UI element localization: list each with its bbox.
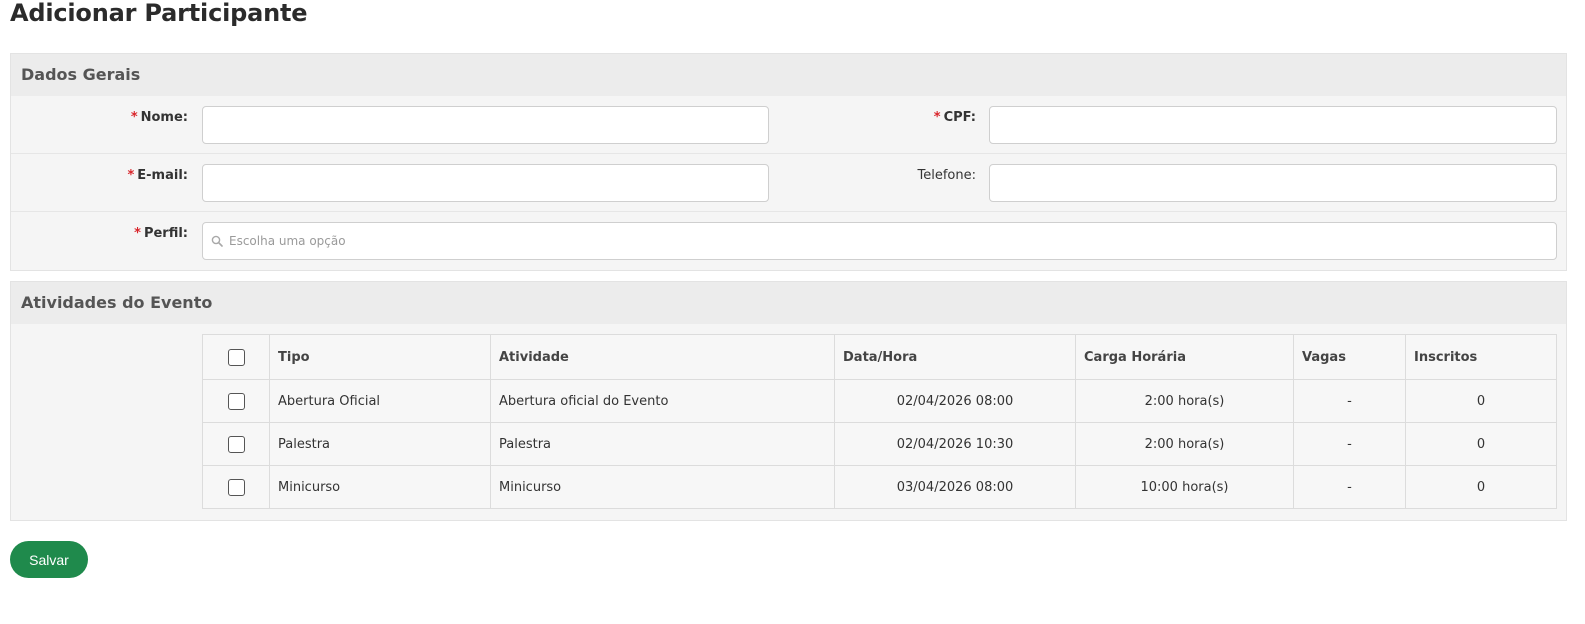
form-row-perfil: * Perfil: Escolha uma opção [11,212,1566,270]
cell-tipo: Minicurso [269,465,491,509]
cell-atividade: Abertura oficial do Evento [490,379,835,423]
column-header-tipo[interactable]: Tipo [269,334,491,380]
table-row: Abertura Oficial Abertura oficial do Eve… [202,379,1557,423]
cpf-input[interactable] [990,107,1556,143]
select-all-checkbox[interactable] [227,348,245,366]
form-row-nome-cpf: * Nome: * CPF: [11,96,1566,154]
nome-field-wrapper [202,106,769,144]
cell-inscritos: 0 [1405,465,1557,509]
cell-carga-horaria: 10:00 hora(s) [1075,465,1294,509]
required-mark: * [933,110,941,125]
column-header-atividade[interactable]: Atividade [490,334,835,380]
atividades-panel: Atividades do Evento Tipo Atividade Data… [10,281,1567,521]
cell-data-hora: 03/04/2026 08:00 [834,465,1076,509]
telefone-field-wrapper [989,164,1557,202]
column-header-carga-horaria[interactable]: Carga Horária [1075,334,1294,380]
cpf-field-wrapper [989,106,1557,144]
row-checkbox[interactable] [227,478,245,496]
cell-vagas: - [1293,422,1406,466]
required-mark: * [130,110,138,125]
telefone-input[interactable] [990,165,1556,201]
cell-vagas: - [1293,465,1406,509]
row-checkbox-cell [202,465,270,509]
email-label: * E-mail: [127,168,188,183]
atividades-header: Atividades do Evento [11,282,1566,324]
table-header-row: Tipo Atividade Data/Hora Carga Horária V… [202,334,1557,380]
cell-inscritos: 0 [1405,379,1557,423]
email-field-wrapper [202,164,769,202]
cell-carga-horaria: 2:00 hora(s) [1075,422,1294,466]
column-header-inscritos[interactable]: Inscritos [1405,334,1557,380]
table-row: Palestra Palestra 02/04/2026 10:30 2:00 … [202,422,1557,466]
column-header-vagas[interactable]: Vagas [1293,334,1406,380]
cell-carga-horaria: 2:00 hora(s) [1075,379,1294,423]
required-mark: * [127,168,135,183]
perfil-label: * Perfil: [134,226,188,241]
cpf-label: * CPF: [933,110,976,125]
email-input[interactable] [203,165,768,201]
nome-label: * Nome: [130,110,188,125]
cell-atividade: Palestra [490,422,835,466]
search-icon [211,235,223,247]
perfil-placeholder: Escolha uma opção [229,234,346,248]
row-checkbox[interactable] [227,435,245,453]
table-row: Minicurso Minicurso 03/04/2026 08:00 10:… [202,465,1557,509]
page-title: Adicionar Participante [10,0,308,27]
cell-vagas: - [1293,379,1406,423]
save-button[interactable]: Salvar [10,541,88,578]
row-checkbox[interactable] [227,392,245,410]
row-checkbox-cell [202,379,270,423]
cell-atividade: Minicurso [490,465,835,509]
atividades-table: Tipo Atividade Data/Hora Carga Horária V… [202,334,1557,509]
form-row-email-telefone: * E-mail: Telefone: [11,154,1566,212]
nome-input[interactable] [203,107,768,143]
dados-gerais-header: Dados Gerais [11,54,1566,96]
select-all-cell [202,334,270,380]
row-checkbox-cell [202,422,270,466]
dados-gerais-panel: Dados Gerais * Nome: * CPF: * E-mail: Telef… [10,53,1567,271]
required-mark: * [134,226,141,241]
telefone-label: Telefone: [917,168,977,183]
cell-inscritos: 0 [1405,422,1557,466]
cell-data-hora: 02/04/2026 10:30 [834,422,1076,466]
cell-data-hora: 02/04/2026 08:00 [834,379,1076,423]
perfil-select[interactable]: Escolha uma opção [202,222,1557,260]
cell-tipo: Palestra [269,422,491,466]
column-header-data-hora[interactable]: Data/Hora [834,334,1076,380]
cell-tipo: Abertura Oficial [269,379,491,423]
